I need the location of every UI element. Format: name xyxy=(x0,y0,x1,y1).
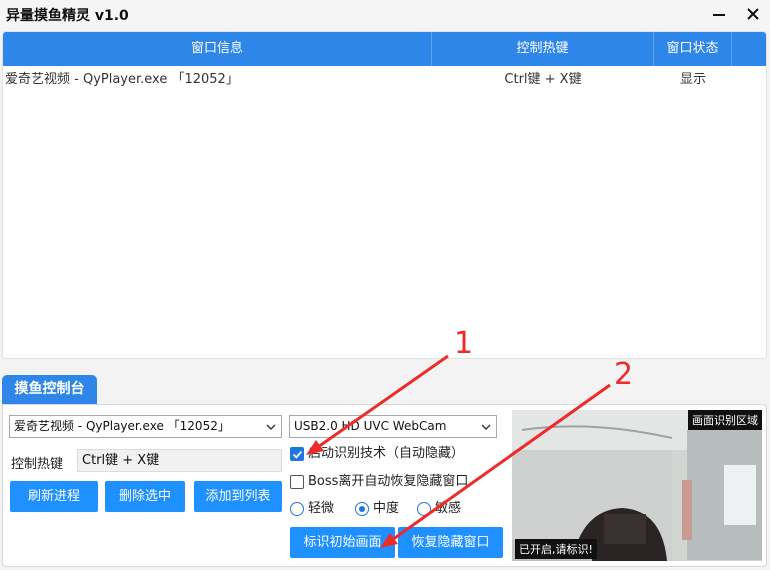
table-header: 窗口信息 控制热键 窗口状态 xyxy=(3,32,766,66)
hotkey-input[interactable]: Ctrl键 + X键 xyxy=(77,449,282,472)
camera-status-label: 已开启,请标识! xyxy=(515,539,597,559)
table-row[interactable]: 爱奇艺视频 - QyPlayer.exe 「12052」 Ctrl键 + X键 … xyxy=(3,66,766,94)
sensitivity-label-sensitive: 敏感 xyxy=(435,501,462,516)
chevron-down-icon xyxy=(263,416,279,437)
minimize-button[interactable] xyxy=(706,2,732,26)
window-list-table: 窗口信息 控制热键 窗口状态 爱奇艺视频 - QyPlayer.exe 「120… xyxy=(2,31,767,359)
cell-hotkey: Ctrl键 + X键 xyxy=(504,72,582,87)
radio-selected-icon xyxy=(355,502,369,516)
add-to-list-button[interactable]: 添加到列表 xyxy=(194,481,282,512)
cell-status: 显示 xyxy=(679,72,706,87)
process-select[interactable]: 爱奇艺视频 - QyPlayer.exe 「12052」 xyxy=(9,415,282,438)
restore-hidden-window-button[interactable]: 恢复隐藏窗口 xyxy=(398,527,503,558)
camera-select-value: USB2.0 HD UVC WebCam xyxy=(294,419,447,433)
title-bar: 异量摸鱼精灵 v1.0 xyxy=(0,0,770,30)
delete-selected-button[interactable]: 删除选中 xyxy=(105,481,185,512)
sensitivity-radio-sensitive[interactable]: 敏感 xyxy=(417,499,477,519)
process-select-value: 爱奇艺视频 - QyPlayer.exe 「12052」 xyxy=(14,419,230,433)
control-panel: 爱奇艺视频 - QyPlayer.exe 「12052」 控制热键 Ctrl键 … xyxy=(2,404,767,567)
sensitivity-radio-light[interactable]: 轻微 xyxy=(290,499,350,519)
annotation-number-2: 2 xyxy=(614,357,634,392)
column-header-window-info[interactable]: 窗口信息 xyxy=(3,32,432,66)
close-icon xyxy=(747,8,759,20)
enable-recognition-label: 启动识别技术（自动隐藏） xyxy=(308,446,465,461)
chevron-down-icon xyxy=(478,416,494,437)
sensitivity-radio-medium[interactable]: 中度 xyxy=(355,499,415,519)
hotkey-label: 控制热键 xyxy=(11,457,64,472)
checkbox-checked-icon xyxy=(290,447,304,461)
cell-window-info: 爱奇艺视频 - QyPlayer.exe 「12052」 xyxy=(5,72,239,87)
sensitivity-label-medium: 中度 xyxy=(373,501,400,516)
radio-icon xyxy=(417,502,431,516)
window-title: 异量摸鱼精灵 v1.0 xyxy=(6,8,129,24)
annotation-number-1: 1 xyxy=(454,326,474,361)
checkbox-unchecked-icon xyxy=(290,475,304,489)
minimize-icon xyxy=(713,13,725,16)
tab-control-console[interactable]: 摸鱼控制台 xyxy=(2,375,97,404)
boss-auto-restore-label: Boss离开自动恢复隐藏窗口 xyxy=(308,474,469,489)
app-window: 异量摸鱼精灵 v1.0 窗口信息 控制热键 窗口状态 爱奇艺视频 - QyPla… xyxy=(0,0,770,570)
enable-recognition-checkbox[interactable]: 启动识别技术（自动隐藏） xyxy=(290,444,505,464)
column-header-hotkey[interactable]: 控制热键 xyxy=(432,32,654,66)
camera-select[interactable]: USB2.0 HD UVC WebCam xyxy=(289,415,497,438)
column-header-status[interactable]: 窗口状态 xyxy=(654,32,732,66)
recognition-area-label: 画面识别区域 xyxy=(688,410,762,430)
close-button[interactable] xyxy=(740,2,766,26)
radio-icon xyxy=(290,502,304,516)
camera-preview[interactable]: 画面识别区域 已开启,请标识! xyxy=(512,410,762,561)
refresh-process-button[interactable]: 刷新进程 xyxy=(10,481,98,512)
sensitivity-label-light: 轻微 xyxy=(308,501,335,516)
mark-initial-frame-button[interactable]: 标识初始画面 xyxy=(290,527,395,558)
boss-auto-restore-checkbox[interactable]: Boss离开自动恢复隐藏窗口 xyxy=(290,472,505,492)
